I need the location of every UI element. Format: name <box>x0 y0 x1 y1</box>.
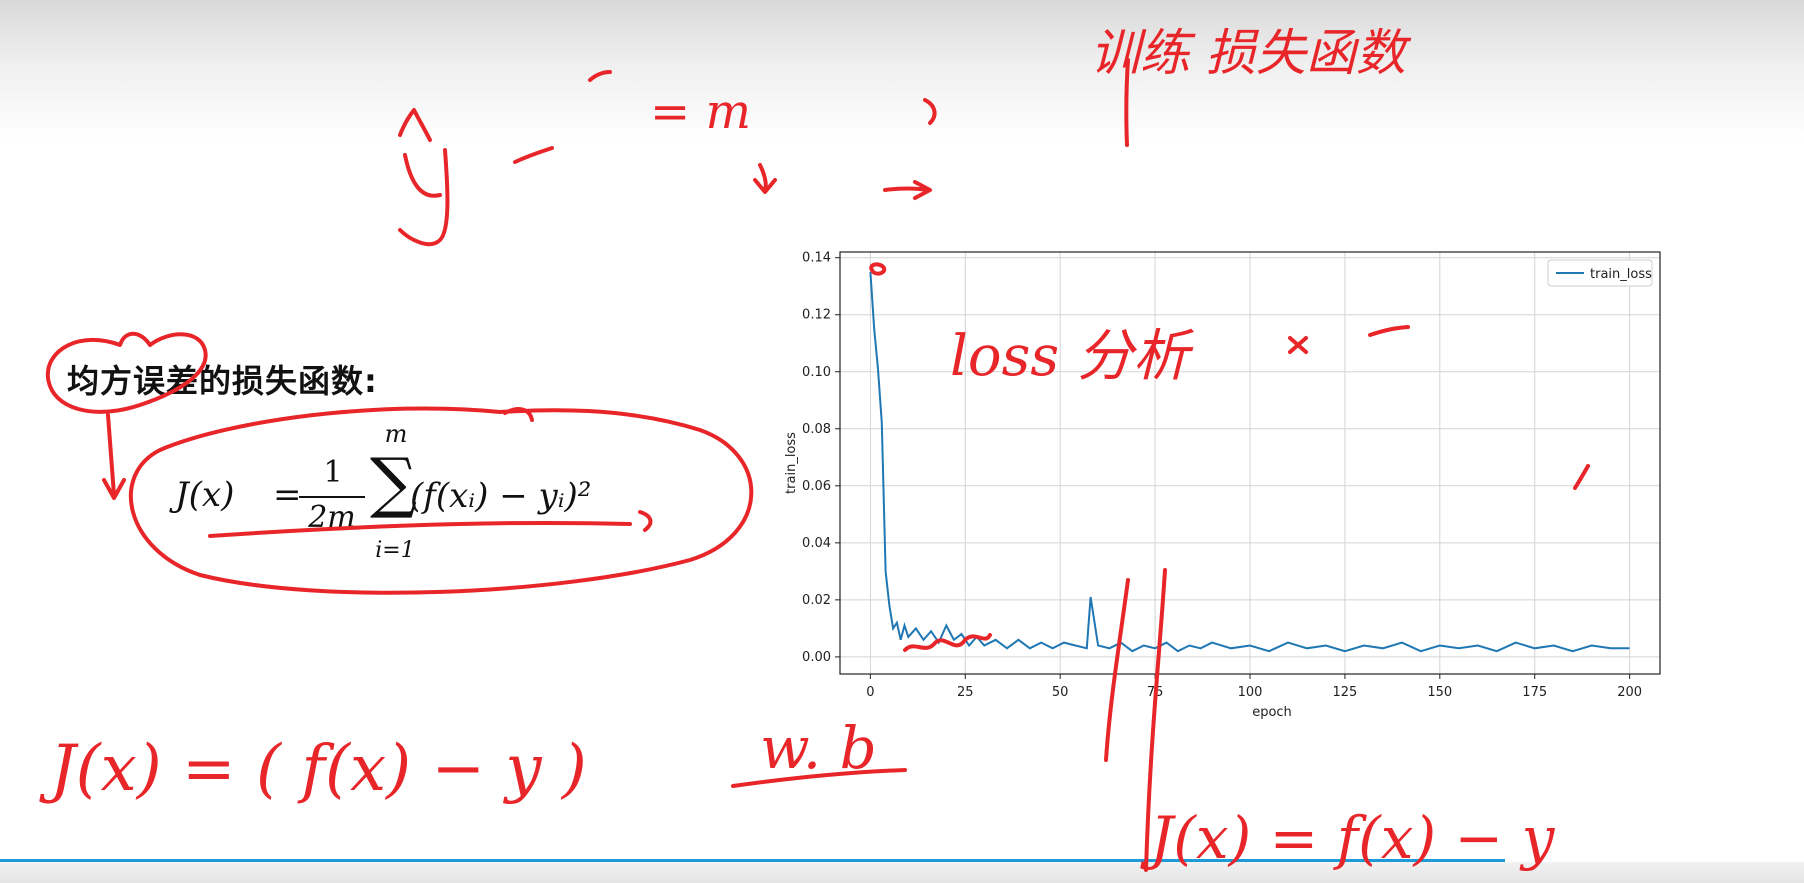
top-gradient-background <box>0 0 1804 140</box>
legend-label: train_loss <box>1590 267 1652 282</box>
x-tick-label: 125 <box>1332 685 1357 700</box>
ink-text-eq-left: J(x) = ( f(x) − y ) <box>39 732 587 806</box>
x-tick-label: 75 <box>1147 685 1164 700</box>
mse-formula: J(x) = 1 2m m ∑ i=1 (f(xᵢ) − yᵢ)² <box>175 420 675 570</box>
x-tick-label: 175 <box>1522 685 1547 700</box>
formula-lhs: J(x) <box>175 475 235 515</box>
x-axis-label: epoch <box>1252 705 1292 720</box>
train-loss-chart: 0 25 50 75 100 125 150 175 200 0.00 0.02 0.04 0.06 0.… <box>780 240 1680 730</box>
ink-y-stroke <box>398 148 450 247</box>
y-tick-label: 0.14 <box>802 251 831 266</box>
y-tick-label: 0.02 <box>802 593 831 608</box>
y-axis-label: train_loss <box>784 432 799 494</box>
ink-dash <box>513 146 554 164</box>
y-tick-label: 0.08 <box>802 422 831 437</box>
ink-topline-mark <box>503 407 534 422</box>
chart-svg: 0 25 50 75 100 125 150 175 200 0.00 0.02 0.04 0.06 0.… <box>784 251 1661 720</box>
x-tick-label: 0 <box>866 685 874 700</box>
formula-numerator: 1 <box>323 455 343 490</box>
bottom-strip <box>0 862 1804 883</box>
ink-arrow-down <box>102 413 126 500</box>
y-tick-label: 0.10 <box>802 365 831 380</box>
y-tick-label: 0.06 <box>802 479 831 494</box>
y-tick-label: 0.04 <box>802 536 831 551</box>
ink-underline-wb <box>731 768 907 788</box>
y-tick-label: 0.12 <box>802 308 831 323</box>
slide-heading: 均方误差的损失函数: <box>67 362 378 400</box>
sum-lower-limit: i=1 <box>375 538 415 563</box>
formula-denominator: 2m <box>308 500 356 535</box>
x-tick-label: 200 <box>1617 685 1642 700</box>
x-tick-label: 100 <box>1238 685 1263 700</box>
fraction-bar <box>299 496 365 498</box>
x-tick-label: 150 <box>1427 685 1452 700</box>
y-tick-label: 0.00 <box>802 650 831 665</box>
ink-small-arrow <box>883 180 932 200</box>
x-tick-label: 50 <box>1052 685 1069 700</box>
ink-small-arrow-2 <box>753 163 777 194</box>
x-tick-label: 25 <box>957 685 974 700</box>
formula-body: (f(xᵢ) − yᵢ)² <box>410 476 592 516</box>
